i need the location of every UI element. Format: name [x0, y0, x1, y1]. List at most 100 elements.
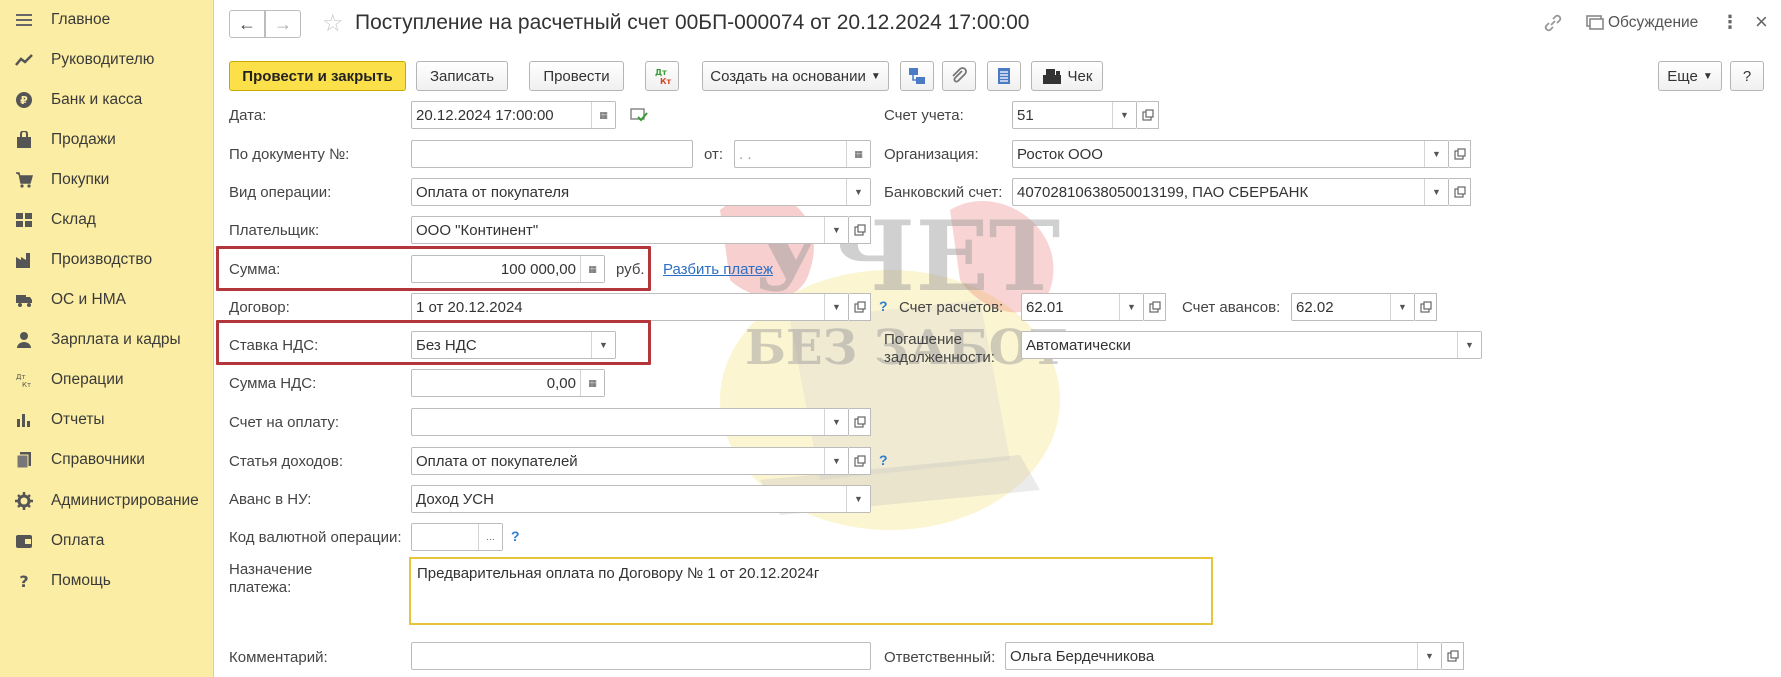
sidebar-item-assets[interactable]: ОС и НМА — [0, 283, 214, 317]
sidebar-item-help[interactable]: ? Помощь — [0, 564, 214, 598]
purpose-value: Предварительная оплата по Договору № 1 о… — [417, 565, 820, 582]
open-link-icon — [853, 455, 866, 467]
settlement-account-select[interactable]: 62.01 ▼ — [1021, 293, 1144, 321]
open-payer-button[interactable] — [849, 216, 871, 244]
calendar-icon[interactable]: ▦ — [846, 141, 870, 167]
print-list-button[interactable] — [987, 61, 1021, 91]
open-advance-account-button[interactable] — [1415, 293, 1437, 321]
doc-date-input[interactable]: . . ▦ — [734, 140, 871, 168]
sidebar-item-sales[interactable]: Продажи — [0, 123, 214, 157]
attach-button[interactable] — [942, 61, 976, 91]
open-contract-button[interactable] — [849, 293, 871, 321]
invoice-select[interactable]: ▼ — [411, 408, 849, 436]
debt-repayment-select[interactable]: Автоматически ▼ — [1021, 331, 1482, 359]
organization-select[interactable]: Росток ООО ▼ — [1012, 140, 1449, 168]
vat-amount-input[interactable]: 0,00 ▦ — [411, 369, 605, 397]
question-icon: ? — [15, 572, 33, 590]
income-item-select[interactable]: Оплата от покупателей ▼ — [411, 447, 849, 475]
sidebar-item-production[interactable]: Производство — [0, 243, 214, 277]
open-invoice-button[interactable] — [849, 408, 871, 436]
chevron-down-icon[interactable]: ▼ — [1112, 102, 1136, 128]
contract-help-icon[interactable]: ? — [879, 298, 888, 314]
advance-account-select[interactable]: 62.02 ▼ — [1291, 293, 1415, 321]
chevron-down-icon[interactable]: ▼ — [824, 217, 848, 243]
open-organization-button[interactable] — [1449, 140, 1471, 168]
sidebar-item-payment[interactable]: Оплата — [0, 524, 214, 558]
vat-rate-select[interactable]: Без НДС ▼ — [411, 331, 616, 359]
advance-nu-select[interactable]: Доход УСН ▼ — [411, 485, 871, 513]
chevron-down-icon[interactable]: ▼ — [824, 409, 848, 435]
svg-text:Кт: Кт — [22, 381, 31, 389]
sidebar-item-directories[interactable]: Справочники — [0, 443, 214, 477]
sidebar-item-operations[interactable]: Дт Кт Операции — [0, 363, 214, 397]
account-select[interactable]: 51 ▼ — [1012, 101, 1137, 129]
operation-type-select[interactable]: Оплата от покупателя ▼ — [411, 178, 871, 206]
comment-input[interactable] — [411, 642, 871, 670]
calculator-icon[interactable]: ▦ — [580, 256, 604, 282]
open-link-icon — [853, 301, 866, 313]
ellipsis-icon[interactable]: … — [478, 524, 502, 550]
date-field[interactable]: 20.12.2024 17:00:00 ▦ — [411, 101, 616, 129]
open-bank-account-button[interactable] — [1449, 178, 1471, 206]
sidebar-item-admin[interactable]: Администрирование — [0, 484, 214, 518]
contract-select[interactable]: 1 от 20.12.2024 ▼ — [411, 293, 849, 321]
payer-select[interactable]: ООО "Континент" ▼ — [411, 216, 849, 244]
amount-input[interactable]: 100 000,00 ▦ — [411, 255, 605, 283]
bank-account-value: 40702810638050013199, ПАО СБЕРБАНК — [1017, 184, 1309, 201]
chevron-down-icon[interactable]: ▼ — [846, 179, 870, 205]
open-income-item-button[interactable] — [849, 447, 871, 475]
discussion-icon[interactable] — [1585, 14, 1605, 32]
split-payment-link[interactable]: Разбить платеж — [663, 261, 773, 278]
currency-op-input[interactable]: … — [411, 523, 503, 551]
chevron-down-icon[interactable]: ▼ — [1119, 294, 1143, 320]
amount-value: 100 000,00 — [500, 261, 576, 278]
sidebar-item-bank[interactable]: ₽ Банк и касса — [0, 83, 214, 117]
chevron-down-icon[interactable]: ▼ — [1457, 332, 1481, 358]
create-based-on-button[interactable]: Создать на основании ▼ — [702, 61, 889, 91]
back-button[interactable]: ← — [229, 10, 265, 38]
sidebar-item-main[interactable]: Главное — [0, 3, 214, 37]
responsible-select[interactable]: Ольга Бердечникова ▼ — [1005, 642, 1442, 670]
discussion-button[interactable]: Обсуждение — [1608, 14, 1698, 32]
save-button[interactable]: Записать — [416, 61, 508, 91]
structure-button[interactable] — [900, 61, 934, 91]
sidebar-item-purchases[interactable]: Покупки — [0, 163, 214, 197]
favorite-star-icon[interactable]: ☆ — [322, 9, 344, 38]
sidebar-item-warehouse[interactable]: Склад — [0, 203, 214, 237]
open-settlement-account-button[interactable] — [1144, 293, 1166, 321]
chevron-down-icon[interactable]: ▼ — [1424, 179, 1448, 205]
open-account-button[interactable] — [1137, 101, 1159, 129]
chevron-down-icon[interactable]: ▼ — [1424, 141, 1448, 167]
chevron-down-icon[interactable]: ▼ — [1417, 643, 1441, 669]
receipt-button[interactable]: Чек — [1031, 61, 1103, 91]
close-icon[interactable]: × — [1755, 9, 1768, 35]
chevron-down-icon[interactable]: ▼ — [1390, 294, 1414, 320]
cash-register-icon — [1042, 69, 1061, 84]
help-button[interactable]: ? — [1730, 61, 1764, 91]
chevron-down-icon[interactable]: ▼ — [591, 332, 615, 358]
currency-op-help-icon[interactable]: ? — [511, 528, 520, 544]
bank-account-select[interactable]: 40702810638050013199, ПАО СБЕРБАНК ▼ — [1012, 178, 1449, 206]
more-actions-icon[interactable]: ⋮ — [1721, 12, 1739, 33]
sidebar-item-reports[interactable]: Отчеты — [0, 403, 214, 437]
purpose-textarea[interactable]: Предварительная оплата по Договору № 1 о… — [409, 557, 1213, 625]
arrow-left-icon: ← — [238, 13, 256, 34]
more-button[interactable]: Еще ▼ — [1658, 61, 1722, 91]
sidebar-item-salary[interactable]: Зарплата и кадры — [0, 323, 214, 357]
forward-button[interactable]: → — [265, 10, 301, 38]
open-responsible-button[interactable] — [1442, 642, 1464, 670]
calculator-icon[interactable]: ▦ — [580, 370, 604, 396]
organization-label: Организация: — [884, 146, 979, 163]
post-button[interactable]: Провести — [529, 61, 624, 91]
doc-number-input[interactable] — [411, 140, 693, 168]
sidebar-item-manager[interactable]: Руководителю — [0, 43, 214, 77]
chevron-down-icon[interactable]: ▼ — [824, 448, 848, 474]
dt-kt-button[interactable]: Дт Кт — [645, 61, 679, 91]
chevron-down-icon[interactable]: ▼ — [824, 294, 848, 320]
set-date-icon[interactable] — [630, 108, 648, 126]
post-and-close-button[interactable]: Провести и закрыть — [229, 61, 406, 91]
income-item-help-icon[interactable]: ? — [879, 452, 888, 468]
link-icon[interactable] — [1543, 13, 1563, 33]
chevron-down-icon[interactable]: ▼ — [846, 486, 870, 512]
calendar-icon[interactable]: ▦ — [591, 102, 615, 128]
